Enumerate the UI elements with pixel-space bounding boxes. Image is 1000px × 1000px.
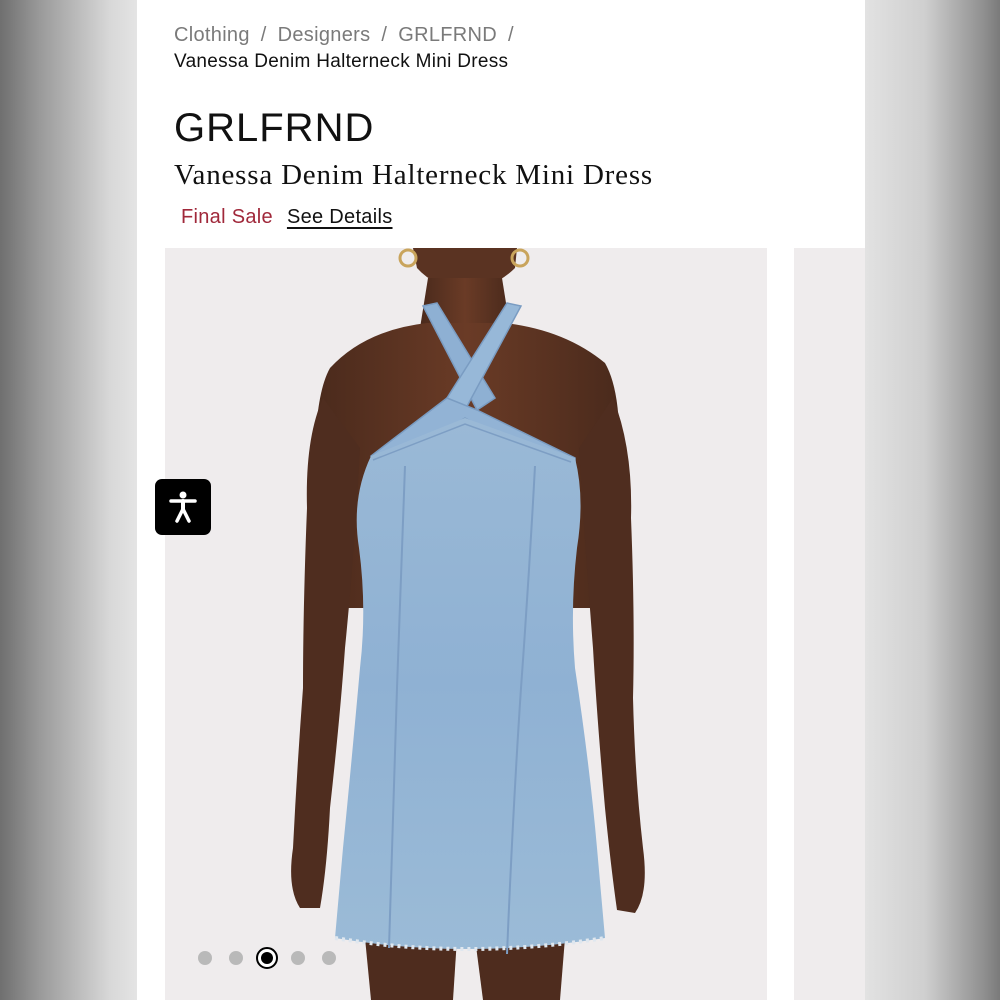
final-sale-label: Final Sale	[181, 206, 273, 228]
breadcrumb-clothing[interactable]: Clothing	[174, 24, 250, 46]
product-page: Clothing / Designers / GRLFRND / Vanessa Deni…	[137, 0, 865, 1000]
accessibility-button[interactable]	[155, 479, 211, 535]
image-carousel-dots	[198, 947, 353, 969]
product-image[interactable]	[165, 248, 767, 1000]
breadcrumb: Clothing / Designers / GRLFRND /	[174, 22, 845, 48]
see-details-link[interactable]: See Details	[287, 206, 393, 228]
carousel-dot-3-active[interactable]	[256, 947, 278, 969]
breadcrumb-separator: /	[381, 24, 388, 46]
breadcrumb-current: Vanessa Denim Halterneck Mini Dress	[174, 51, 509, 72]
carousel-dot-5[interactable]	[322, 951, 336, 965]
carousel-dot-2[interactable]	[229, 951, 243, 965]
carousel-dot-4[interactable]	[291, 951, 305, 965]
brand-name[interactable]: GRLFRND	[174, 104, 374, 152]
accessibility-icon	[169, 491, 197, 523]
breadcrumb-designers[interactable]: Designers	[278, 24, 371, 46]
carousel-dot-1[interactable]	[198, 951, 212, 965]
breadcrumb-brand[interactable]: GRLFRND	[398, 24, 497, 46]
right-backdrop	[865, 0, 1000, 1000]
product-title: Vanessa Denim Halterneck Mini Dress	[174, 159, 653, 191]
breadcrumb-separator: /	[260, 24, 267, 46]
next-image-preview[interactable]	[794, 248, 865, 1000]
model-dress-photo	[291, 248, 645, 1000]
sale-row: Final Sale See Details	[181, 203, 393, 231]
breadcrumb-separator: /	[508, 24, 514, 46]
